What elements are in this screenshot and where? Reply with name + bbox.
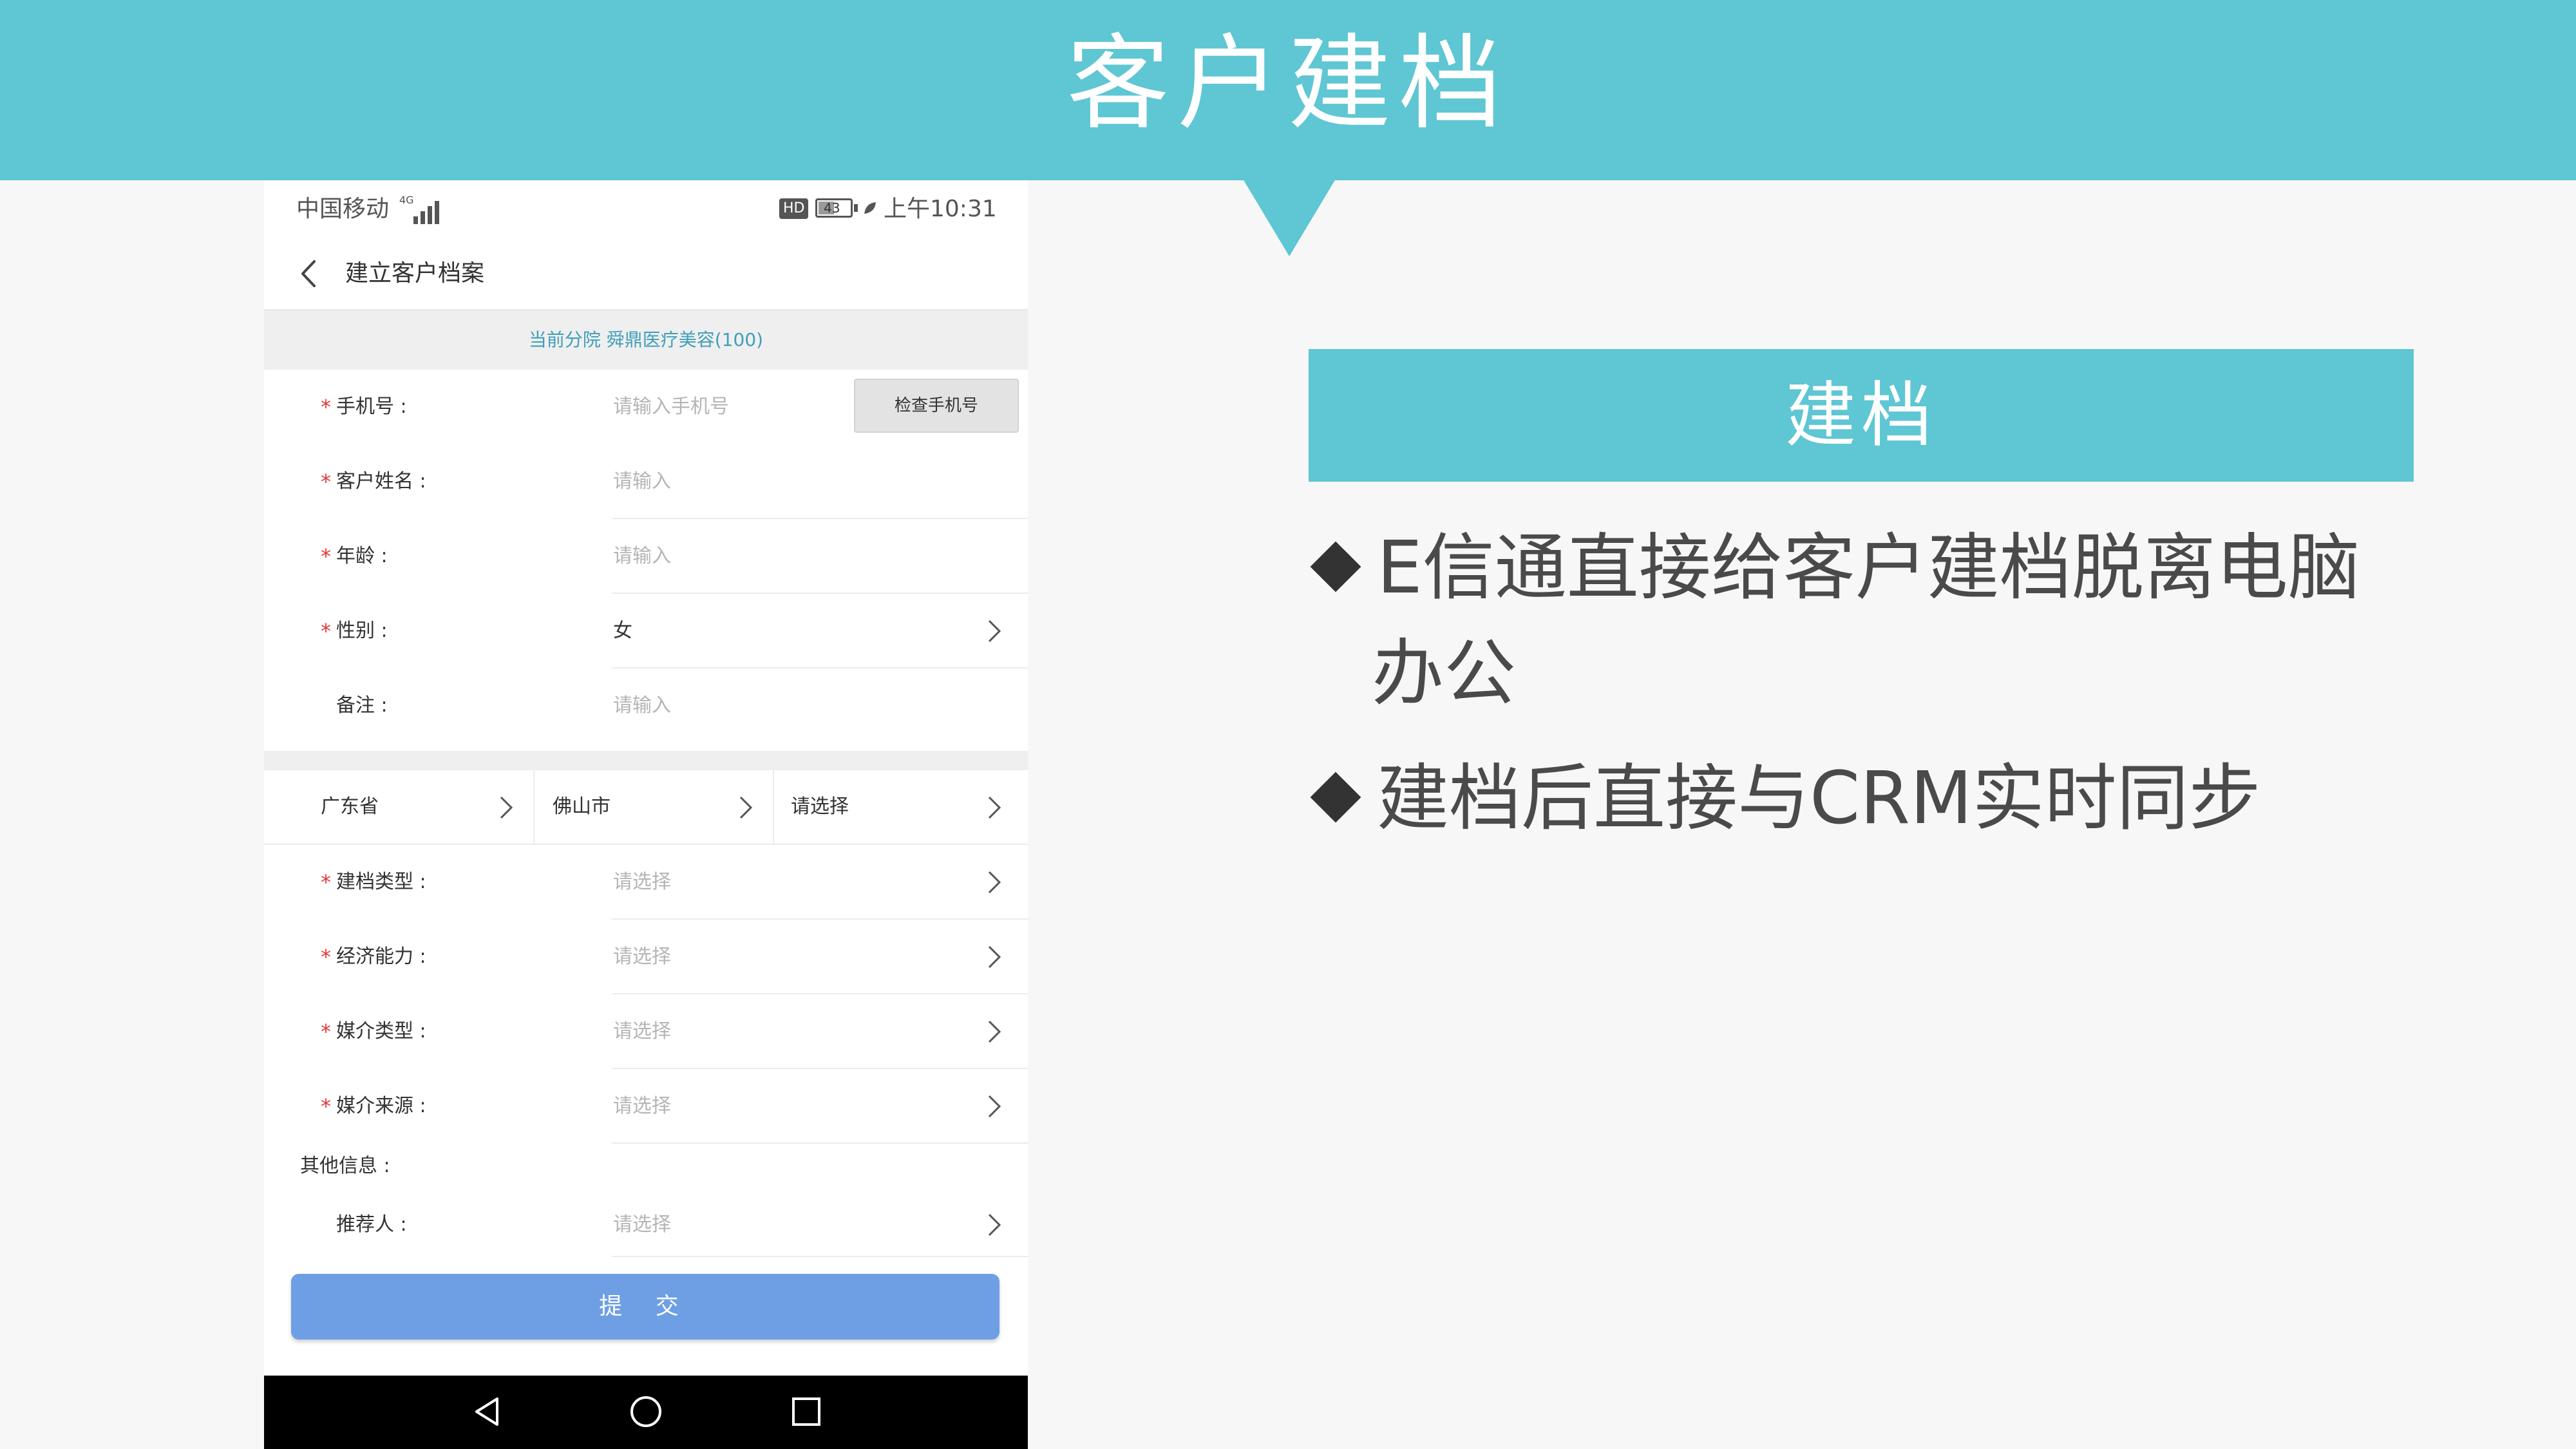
- required-mark: *: [321, 544, 331, 569]
- form-row-gender[interactable]: * 性别 : 女: [264, 594, 1028, 668]
- field-label-gender: 性别 :: [336, 620, 388, 642]
- age-input[interactable]: 请输入: [613, 519, 671, 594]
- recents-square-icon[interactable]: [788, 1394, 824, 1430]
- field-label-economic: 经济能力 :: [336, 945, 426, 968]
- field-label-archive-type: 建档类型 :: [336, 871, 426, 893]
- bullet-item: 建档后直接与CRM实时同步: [1310, 746, 2421, 851]
- branch-info: 当前分院 舜鼎医疗美容(100): [264, 310, 1028, 370]
- field-label-remark: 备注 :: [336, 694, 388, 717]
- bullet-item: E信通直接给客户建档脱离电脑 办公: [1310, 515, 2421, 726]
- bullet-text: 建档后直接与CRM实时同步: [1377, 757, 2261, 840]
- form-row-media-source[interactable]: * 媒介来源 : 请选择: [264, 1069, 1028, 1144]
- home-circle-icon[interactable]: [628, 1394, 664, 1430]
- remark-input[interactable]: 请输入: [613, 668, 671, 743]
- phone-screen: 中国移动 4G HD 43 上午10:31 建立客户档案 当前分院 舜鼎医疗美容…: [264, 180, 1028, 1449]
- chevron-right-icon: [988, 1095, 1001, 1118]
- chevron-right-icon: [988, 1213, 1001, 1236]
- submit-button[interactable]: 提 交: [291, 1274, 999, 1340]
- diamond-icon: [1310, 541, 1361, 592]
- chevron-right-icon: [988, 796, 1001, 819]
- field-label-age: 年龄 :: [336, 545, 388, 567]
- slide-title: 客户建档: [1066, 23, 1510, 144]
- phone-input[interactable]: 请输入手机号: [613, 370, 729, 444]
- form-row-media-type[interactable]: * 媒介类型 : 请选择: [264, 994, 1028, 1069]
- economic-select[interactable]: 请选择: [613, 920, 671, 994]
- field-label-phone: 手机号 :: [336, 395, 407, 418]
- field-label-referrer: 推荐人 :: [336, 1213, 407, 1236]
- required-mark: *: [321, 395, 331, 419]
- required-mark: *: [321, 1094, 331, 1119]
- media-source-select[interactable]: 请选择: [613, 1069, 671, 1144]
- form-row-age: * 年龄 : 请输入: [264, 519, 1028, 594]
- network-type: 4G: [399, 194, 414, 206]
- hd-badge: HD: [779, 198, 809, 219]
- chevron-right-icon: [500, 796, 513, 819]
- banner-pointer: [1243, 179, 1336, 256]
- title-banner: 客户建档: [0, 0, 2576, 180]
- status-time: 上午10:31: [884, 196, 997, 222]
- required-mark: *: [321, 619, 331, 643]
- chevron-right-icon: [988, 871, 1001, 894]
- province-value: 广东省: [321, 795, 379, 818]
- province-select[interactable]: 广东省: [264, 770, 533, 844]
- form-row-remark: 备注 : 请输入: [264, 668, 1028, 743]
- page-title: 建立客户档案: [345, 260, 485, 287]
- chevron-right-icon: [739, 796, 753, 819]
- form-row-name: * 客户姓名 : 请输入: [264, 444, 1028, 519]
- bullet-text: E信通直接给客户建档脱离电脑: [1377, 526, 2360, 610]
- check-phone-button[interactable]: 检查手机号: [854, 379, 1019, 433]
- other-info-heading: 其他信息 :: [300, 1155, 390, 1177]
- battery-level: 43: [824, 200, 840, 216]
- field-label-media-source: 媒介来源 :: [336, 1095, 426, 1117]
- carrier-name: 中国移动: [296, 196, 390, 222]
- media-type-select[interactable]: 请选择: [613, 994, 671, 1069]
- bullet-text-continued: 办公: [1372, 632, 1516, 715]
- chevron-right-icon: [988, 1020, 1001, 1043]
- leaf-icon: [864, 202, 876, 214]
- form-row-phone: * 手机号 : 请输入手机号 检查手机号: [264, 370, 1028, 444]
- signal-icon: 4G: [399, 194, 446, 224]
- district-value: 请选择: [791, 795, 849, 818]
- chevron-left-icon[interactable]: [296, 258, 322, 290]
- nav-bar: 建立客户档案: [264, 238, 1028, 310]
- form-row-economic[interactable]: * 经济能力 : 请选择: [264, 920, 1028, 994]
- feature-title: 建档: [1785, 374, 1937, 457]
- city-select[interactable]: 佛山市: [535, 770, 773, 844]
- field-label-name: 客户姓名 :: [336, 470, 426, 493]
- battery-icon: 43: [815, 198, 853, 218]
- name-input[interactable]: 请输入: [613, 444, 671, 519]
- form-row-referrer[interactable]: 推荐人 : 请选择: [264, 1193, 1028, 1257]
- required-mark: *: [321, 945, 331, 969]
- city-value: 佛山市: [553, 795, 611, 818]
- archive-type-select[interactable]: 请选择: [613, 845, 671, 920]
- district-select[interactable]: 请选择: [774, 770, 1028, 844]
- chevron-right-icon: [988, 945, 1001, 969]
- section-divider: [264, 751, 1028, 770]
- region-selector: 广东省 佛山市 请选择: [264, 770, 1028, 845]
- chevron-right-icon: [988, 620, 1001, 643]
- form-row-archive-type[interactable]: * 建档类型 : 请选择: [264, 845, 1028, 920]
- system-nav-bar: [264, 1376, 1028, 1449]
- gender-select[interactable]: 女: [613, 594, 632, 668]
- feature-header: 建档: [1309, 349, 2414, 482]
- status-bar: 中国移动 4G HD 43 上午10:31: [264, 180, 1028, 238]
- required-mark: *: [321, 870, 331, 895]
- referrer-select[interactable]: 请选择: [613, 1193, 671, 1257]
- required-mark: *: [321, 469, 331, 494]
- diamond-icon: [1310, 772, 1361, 823]
- field-label-media-type: 媒介类型 :: [336, 1020, 426, 1043]
- required-mark: *: [321, 1019, 331, 1044]
- back-triangle-icon[interactable]: [469, 1394, 505, 1430]
